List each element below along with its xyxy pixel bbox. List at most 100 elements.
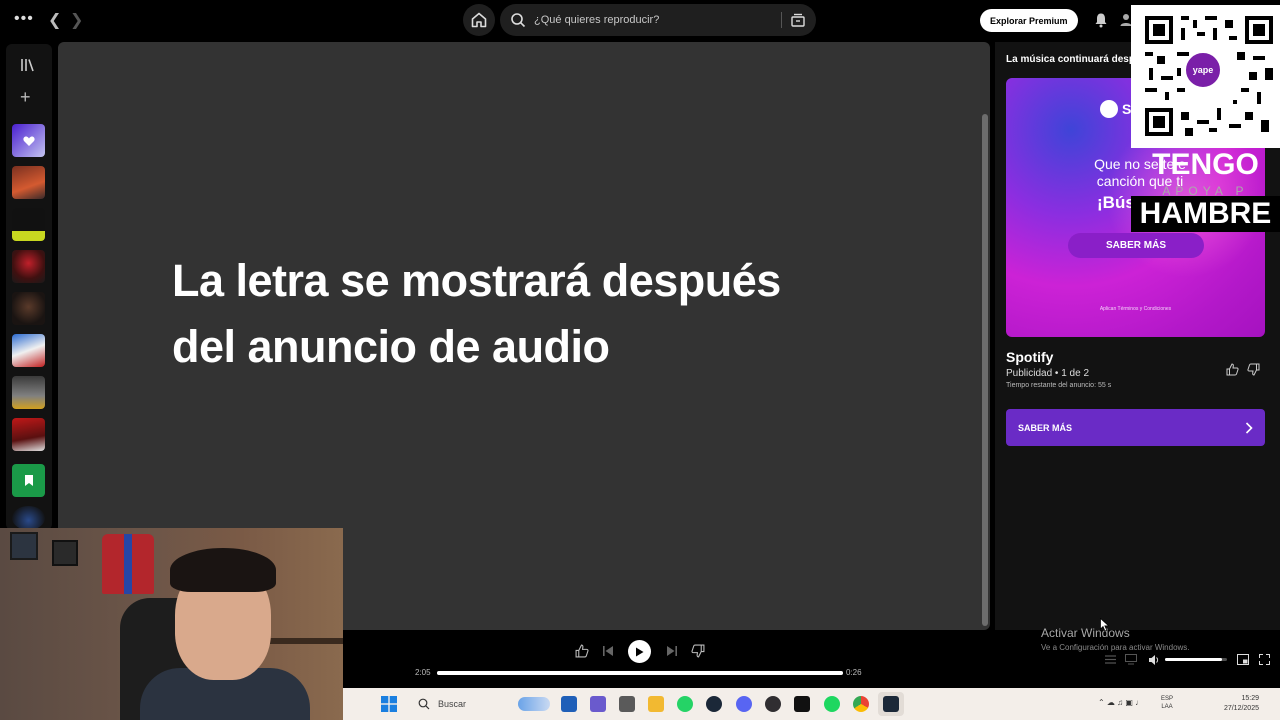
play-icon	[636, 647, 644, 656]
file-explorer-icon[interactable]	[648, 696, 664, 712]
system-tray-icons[interactable]: ⌃ ☁ ♫ ▣ ♩	[1098, 698, 1143, 707]
duration: 0:26	[846, 668, 862, 677]
current-time: 2:05	[415, 668, 431, 677]
playlist-item[interactable]	[12, 208, 45, 241]
watermark-line1: Activar Windows	[1041, 626, 1130, 640]
taskbar-search-label: Buscar	[438, 699, 467, 709]
lyrics-message: La letra se mostrará después del anuncio…	[172, 255, 781, 372]
overlay-line2: APOYA P	[1162, 184, 1249, 198]
wall-frame	[52, 540, 78, 566]
whatsapp-icon[interactable]	[677, 696, 693, 712]
ad-logo-text: S	[1122, 101, 1132, 117]
thumbs-up-icon[interactable]	[575, 644, 589, 658]
playlist-item[interactable]	[12, 376, 45, 409]
system-clock[interactable]: 15:29 27/12/2025	[1215, 694, 1259, 714]
spotify-icon[interactable]	[824, 696, 840, 712]
news-app-icon[interactable]	[561, 696, 577, 712]
wall-frame	[10, 532, 38, 560]
thumbs-up-icon[interactable]	[1226, 363, 1239, 376]
windows-start-icon[interactable]	[381, 696, 397, 712]
teams-app-icon[interactable]	[590, 696, 606, 712]
connect-device-icon[interactable]	[1125, 654, 1137, 665]
wall-shelf	[270, 638, 343, 644]
browse-icon[interactable]	[790, 12, 806, 28]
back-arrow-icon[interactable]: ❮	[48, 10, 61, 30]
ad-learn-more-button[interactable]: SABER MÁS	[1068, 233, 1204, 258]
volume-slider[interactable]	[1165, 658, 1227, 661]
clock-date: 27/12/2025	[1223, 705, 1259, 712]
overlay-line1: TENGO	[1152, 148, 1259, 181]
ad-title[interactable]: Spotify	[1006, 349, 1053, 365]
home-button[interactable]	[463, 4, 495, 36]
lang-line1: ESP	[1161, 696, 1174, 702]
playlist-item[interactable]	[12, 250, 45, 283]
watermark-line2: Ve a Configuración para activar Windows.	[1041, 643, 1190, 652]
panel-header: La música continuará desp	[1006, 54, 1135, 65]
forward-arrow-icon[interactable]: ❯	[70, 10, 83, 30]
search-divider	[781, 12, 782, 28]
steam-icon[interactable]	[706, 696, 722, 712]
discord-icon[interactable]	[736, 696, 752, 712]
library-icon[interactable]	[20, 58, 36, 72]
bookmark-icon	[24, 475, 33, 486]
chrome-icon[interactable]	[853, 696, 869, 712]
previous-track-icon[interactable]	[601, 644, 615, 658]
tiktok-icon[interactable]	[794, 696, 810, 712]
learn-more-button[interactable]: SABER MÁS	[1006, 409, 1265, 446]
spotify-logo-icon	[1100, 100, 1118, 118]
create-plus-icon[interactable]: +	[20, 88, 31, 106]
play-button[interactable]	[628, 640, 651, 663]
ad-remaining-time: Tiempo restante del anuncio: 55 s	[1006, 382, 1112, 389]
person-hair	[170, 548, 276, 592]
search-bar[interactable]	[500, 4, 816, 36]
thumbs-down-icon[interactable]	[691, 644, 705, 658]
search-icon	[511, 13, 526, 28]
qr-code-overlay: yape	[1131, 5, 1280, 148]
playlist-item[interactable]	[12, 292, 45, 325]
windows-activation-watermark: Activar Windows Ve a Configuración para …	[1041, 626, 1190, 652]
wall-jersey-stripe	[124, 534, 132, 594]
thumbs-down-icon[interactable]	[1247, 363, 1260, 376]
volume-fill	[1165, 658, 1223, 661]
search-icon	[418, 698, 430, 710]
progress-fill	[437, 671, 843, 675]
fullscreen-icon[interactable]	[1259, 654, 1270, 665]
search-input[interactable]	[534, 14, 774, 26]
obs-icon[interactable]	[765, 696, 781, 712]
liked-songs-item[interactable]	[12, 124, 45, 157]
lang-line2: LAA	[1161, 704, 1173, 710]
playlist-item[interactable]	[12, 506, 45, 530]
learn-more-label: SABER MÁS	[1018, 422, 1073, 433]
volume-icon[interactable]	[1148, 654, 1160, 666]
calculator-app-icon[interactable]	[619, 696, 635, 712]
progress-bar[interactable]	[437, 671, 843, 675]
menu-dots-icon[interactable]: •••	[14, 10, 34, 28]
search-highlight-icon[interactable]	[518, 697, 550, 711]
playlist-item[interactable]	[12, 464, 45, 497]
main-scrollbar[interactable]	[982, 114, 988, 626]
clock-time: 15:29	[1241, 695, 1259, 702]
home-icon	[471, 12, 487, 28]
playlist-item[interactable]	[12, 418, 45, 451]
mouse-cursor-icon	[1100, 618, 1110, 632]
bell-icon[interactable]	[1094, 12, 1108, 28]
top-bar: ••• ❮ ❯ Explorar Premium	[0, 0, 1280, 42]
ad-terms: Aplican Términos y Condiciones	[1099, 306, 1172, 312]
ad-logo: S	[1100, 100, 1131, 118]
steam-running-icon[interactable]	[883, 696, 899, 712]
library-sidebar: +	[6, 44, 52, 530]
queue-icon[interactable]	[1105, 654, 1116, 665]
chevron-right-icon	[1245, 421, 1253, 434]
overlay-line3: HAMBRE	[1131, 196, 1280, 232]
language-indicator[interactable]: ESP LAA	[1161, 695, 1173, 711]
playlist-item[interactable]	[12, 334, 45, 367]
miniplayer-icon[interactable]	[1237, 654, 1249, 665]
webcam-overlay	[0, 528, 343, 720]
yape-logo: yape	[1184, 51, 1222, 89]
windows-taskbar: Buscar ⌃ ☁ ♫ ▣ ♩ ESP LAA 15:29 27/12/202…	[343, 688, 1280, 720]
playlist-item[interactable]	[12, 166, 45, 199]
explore-premium-button[interactable]: Explorar Premium	[980, 9, 1078, 32]
ad-subtitle: Publicidad • 1 de 2	[1006, 368, 1090, 379]
heart-icon	[22, 135, 35, 146]
next-track-icon[interactable]	[665, 644, 679, 658]
